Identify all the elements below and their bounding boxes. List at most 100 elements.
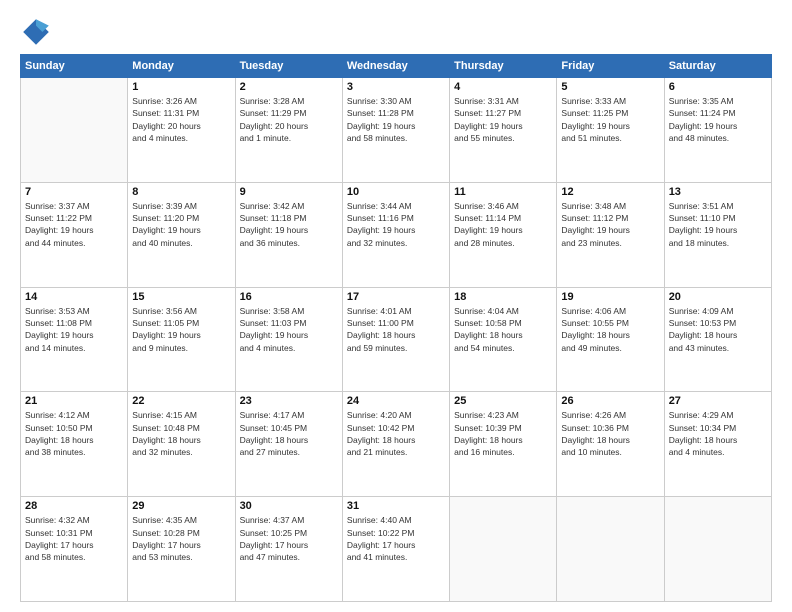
day-number: 3 [347, 81, 445, 93]
calendar-cell: 1 Sunrise: 3:26 AM Sunset: 11:31 PM Dayli… [128, 78, 235, 183]
calendar-cell: 12 Sunrise: 3:48 AM Sunset: 11:12 PM Dayl… [557, 182, 664, 287]
calendar-cell: 8 Sunrise: 3:39 AM Sunset: 11:20 PM Dayli… [128, 182, 235, 287]
day-number: 20 [669, 291, 767, 303]
day-info: Sunrise: 3:46 AM Sunset: 11:14 PM Daylig… [454, 200, 552, 249]
calendar-cell: 27 Sunrise: 4:29 AM Sunset: 10:34 PM Dayl… [664, 392, 771, 497]
day-info: Sunrise: 3:26 AM Sunset: 11:31 PM Daylig… [132, 95, 230, 144]
calendar-cell [557, 497, 664, 602]
calendar-cell: 21Sunrise: 4:12 AM Sunset: 10:50 PM Dayl… [21, 392, 128, 497]
calendar-week-3: 14Sunrise: 3:53 AM Sunset: 11:08 PM Dayl… [21, 287, 772, 392]
day-info: Sunrise: 4:32 AM Sunset: 10:31 PM Daylig… [25, 514, 123, 563]
col-header-sunday: Sunday [21, 55, 128, 78]
calendar-cell [664, 497, 771, 602]
day-number: 7 [25, 186, 123, 198]
day-info: Sunrise: 4:35 AM Sunset: 10:28 PM Daylig… [132, 514, 230, 563]
day-info: Sunrise: 3:39 AM Sunset: 11:20 PM Daylig… [132, 200, 230, 249]
calendar-cell: 18Sunrise: 4:04 AM Sunset: 10:58 PM Dayl… [450, 287, 557, 392]
calendar-table: SundayMondayTuesdayWednesdayThursdayFrid… [20, 54, 772, 602]
day-number: 30 [240, 500, 338, 512]
day-number: 5 [561, 81, 659, 93]
day-info: Sunrise: 4:37 AM Sunset: 10:25 PM Daylig… [240, 514, 338, 563]
col-header-monday: Monday [128, 55, 235, 78]
calendar-cell: 14Sunrise: 3:53 AM Sunset: 11:08 PM Dayl… [21, 287, 128, 392]
col-header-wednesday: Wednesday [342, 55, 449, 78]
day-number: 29 [132, 500, 230, 512]
calendar-cell: 25Sunrise: 4:23 AM Sunset: 10:39 PM Dayl… [450, 392, 557, 497]
day-number: 9 [240, 186, 338, 198]
calendar-cell: 19 Sunrise: 4:06 AM Sunset: 10:55 PM Dayl… [557, 287, 664, 392]
day-info: Sunrise: 3:53 AM Sunset: 11:08 PM Daylig… [25, 305, 123, 354]
day-info: Sunrise: 4:17 AM Sunset: 10:45 PM Daylig… [240, 409, 338, 458]
calendar-cell: 28 Sunrise: 4:32 AM Sunset: 10:31 PM Dayl… [21, 497, 128, 602]
header [20, 16, 772, 48]
calendar-cell: 2 Sunrise: 3:28 AM Sunset: 11:29 PM Dayli… [235, 78, 342, 183]
day-info: Sunrise: 3:56 AM Sunset: 11:05 PM Daylig… [132, 305, 230, 354]
day-number: 12 [561, 186, 659, 198]
calendar-cell: 5 Sunrise: 3:33 AM Sunset: 11:25 PM Dayli… [557, 78, 664, 183]
col-header-saturday: Saturday [664, 55, 771, 78]
day-info: Sunrise: 3:44 AM Sunset: 11:16 PM Daylig… [347, 200, 445, 249]
logo-icon [20, 16, 52, 48]
day-number: 26 [561, 395, 659, 407]
day-number: 2 [240, 81, 338, 93]
calendar-week-2: 7 Sunrise: 3:37 AM Sunset: 11:22 PM Dayli… [21, 182, 772, 287]
calendar-week-1: 1 Sunrise: 3:26 AM Sunset: 11:31 PM Dayli… [21, 78, 772, 183]
col-header-thursday: Thursday [450, 55, 557, 78]
day-info: Sunrise: 3:28 AM Sunset: 11:29 PM Daylig… [240, 95, 338, 144]
calendar-cell: 9 Sunrise: 3:42 AM Sunset: 11:18 PM Dayli… [235, 182, 342, 287]
col-header-tuesday: Tuesday [235, 55, 342, 78]
day-number: 22 [132, 395, 230, 407]
day-info: Sunrise: 4:26 AM Sunset: 10:36 PM Daylig… [561, 409, 659, 458]
calendar-cell: 13Sunrise: 3:51 AM Sunset: 11:10 PM Dayl… [664, 182, 771, 287]
day-number: 17 [347, 291, 445, 303]
calendar-cell [21, 78, 128, 183]
col-header-friday: Friday [557, 55, 664, 78]
calendar-cell: 26 Sunrise: 4:26 AM Sunset: 10:36 PM Dayl… [557, 392, 664, 497]
day-number: 10 [347, 186, 445, 198]
day-info: Sunrise: 4:15 AM Sunset: 10:48 PM Daylig… [132, 409, 230, 458]
day-info: Sunrise: 4:01 AM Sunset: 11:00 PM Daylig… [347, 305, 445, 354]
calendar-cell: 4 Sunrise: 3:31 AM Sunset: 11:27 PM Dayli… [450, 78, 557, 183]
day-info: Sunrise: 3:42 AM Sunset: 11:18 PM Daylig… [240, 200, 338, 249]
day-number: 24 [347, 395, 445, 407]
calendar-cell: 20Sunrise: 4:09 AM Sunset: 10:53 PM Dayl… [664, 287, 771, 392]
day-info: Sunrise: 3:48 AM Sunset: 11:12 PM Daylig… [561, 200, 659, 249]
calendar-cell: 11 Sunrise: 3:46 AM Sunset: 11:14 PM Dayl… [450, 182, 557, 287]
calendar-cell: 29 Sunrise: 4:35 AM Sunset: 10:28 PM Dayl… [128, 497, 235, 602]
calendar-cell: 22 Sunrise: 4:15 AM Sunset: 10:48 PM Dayl… [128, 392, 235, 497]
calendar-week-4: 21Sunrise: 4:12 AM Sunset: 10:50 PM Dayl… [21, 392, 772, 497]
day-info: Sunrise: 4:29 AM Sunset: 10:34 PM Daylig… [669, 409, 767, 458]
day-info: Sunrise: 4:06 AM Sunset: 10:55 PM Daylig… [561, 305, 659, 354]
day-info: Sunrise: 3:37 AM Sunset: 11:22 PM Daylig… [25, 200, 123, 249]
day-number: 27 [669, 395, 767, 407]
day-number: 6 [669, 81, 767, 93]
calendar-cell: 3 Sunrise: 3:30 AM Sunset: 11:28 PM Dayli… [342, 78, 449, 183]
day-number: 13 [669, 186, 767, 198]
day-info: Sunrise: 4:40 AM Sunset: 10:22 PM Daylig… [347, 514, 445, 563]
calendar-cell: 17 Sunrise: 4:01 AM Sunset: 11:00 PM Dayl… [342, 287, 449, 392]
day-info: Sunrise: 3:33 AM Sunset: 11:25 PM Daylig… [561, 95, 659, 144]
calendar-cell: 16 Sunrise: 3:58 AM Sunset: 11:03 PM Dayl… [235, 287, 342, 392]
day-number: 18 [454, 291, 552, 303]
calendar-week-5: 28 Sunrise: 4:32 AM Sunset: 10:31 PM Dayl… [21, 497, 772, 602]
calendar-cell: 24 Sunrise: 4:20 AM Sunset: 10:42 PM Dayl… [342, 392, 449, 497]
day-info: Sunrise: 4:23 AM Sunset: 10:39 PM Daylig… [454, 409, 552, 458]
day-info: Sunrise: 3:31 AM Sunset: 11:27 PM Daylig… [454, 95, 552, 144]
day-number: 1 [132, 81, 230, 93]
calendar-cell: 6Sunrise: 3:35 AM Sunset: 11:24 PM Dayli… [664, 78, 771, 183]
calendar-cell: 31Sunrise: 4:40 AM Sunset: 10:22 PM Dayl… [342, 497, 449, 602]
day-number: 21 [25, 395, 123, 407]
day-number: 23 [240, 395, 338, 407]
day-number: 16 [240, 291, 338, 303]
day-info: Sunrise: 3:58 AM Sunset: 11:03 PM Daylig… [240, 305, 338, 354]
calendar-cell: 10 Sunrise: 3:44 AM Sunset: 11:16 PM Dayl… [342, 182, 449, 287]
day-number: 11 [454, 186, 552, 198]
page: SundayMondayTuesdayWednesdayThursdayFrid… [0, 0, 792, 612]
day-number: 4 [454, 81, 552, 93]
day-number: 15 [132, 291, 230, 303]
day-number: 19 [561, 291, 659, 303]
day-info: Sunrise: 4:20 AM Sunset: 10:42 PM Daylig… [347, 409, 445, 458]
day-number: 8 [132, 186, 230, 198]
day-info: Sunrise: 3:30 AM Sunset: 11:28 PM Daylig… [347, 95, 445, 144]
day-number: 28 [25, 500, 123, 512]
